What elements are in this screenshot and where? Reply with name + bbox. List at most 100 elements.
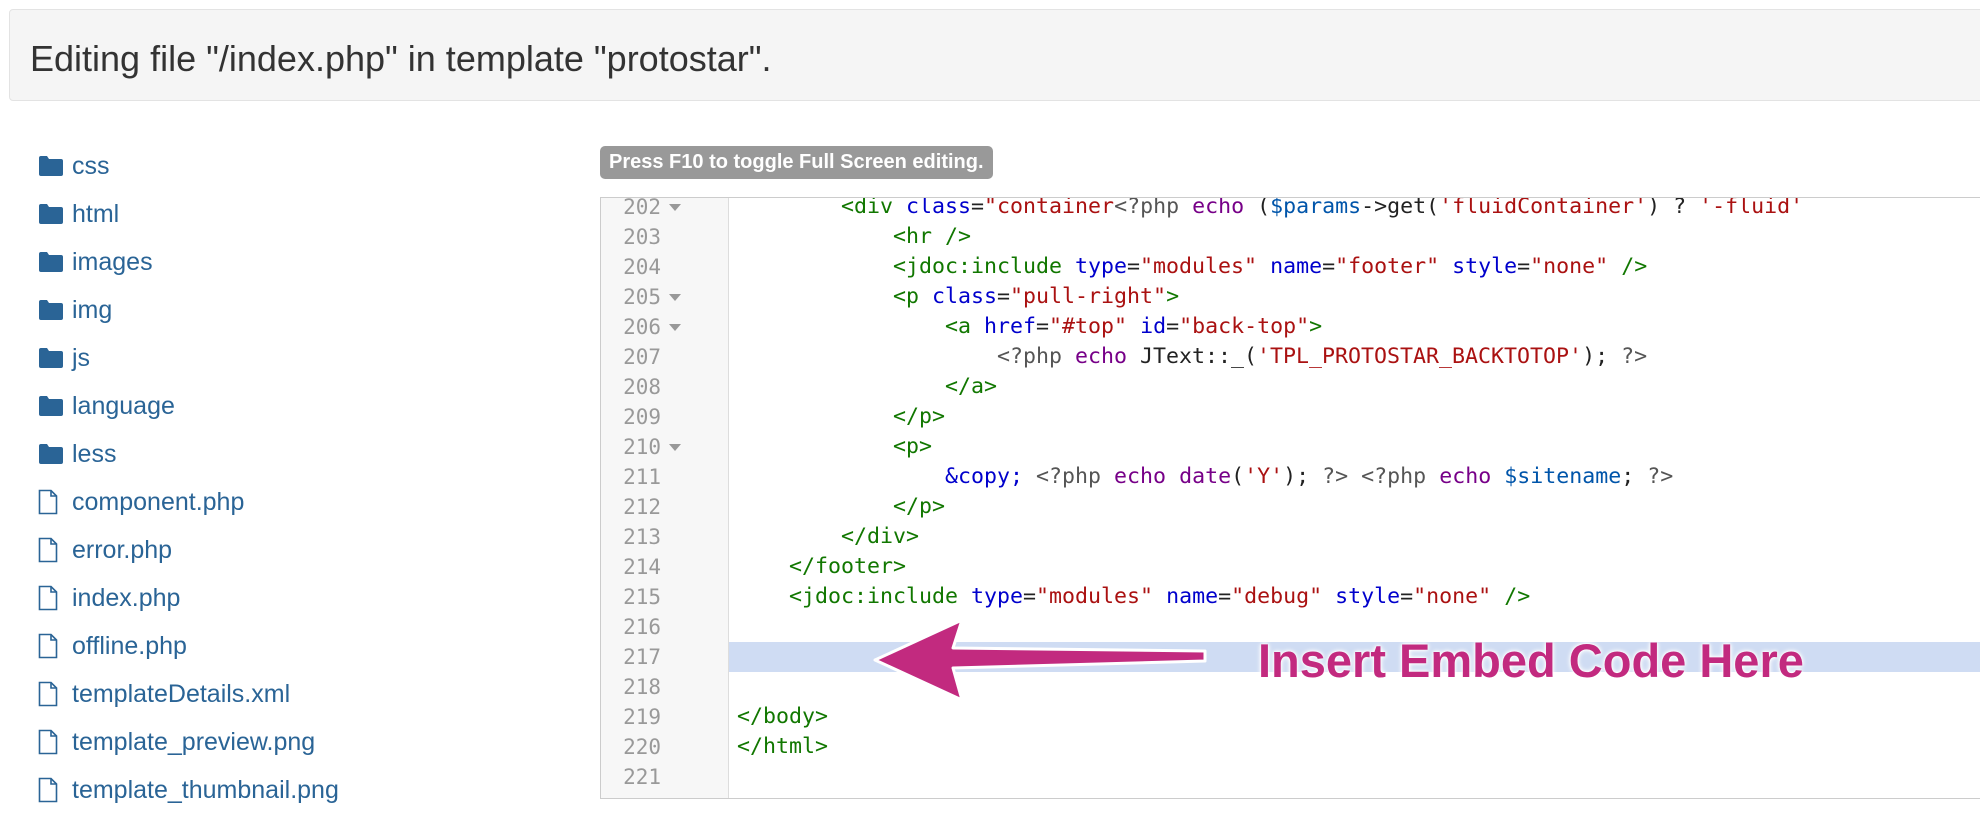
code-token: ?> — [1647, 464, 1674, 489]
tree-file-template-thumbnail-png[interactable]: template_thumbnail.png — [38, 766, 458, 814]
line-number: 208 — [623, 375, 661, 399]
code-token: = — [1400, 584, 1414, 609]
code-line[interactable]: </html> — [729, 732, 1980, 762]
fold-toggle-icon[interactable] — [669, 294, 681, 301]
code-token: <div — [737, 197, 907, 219]
page-title: Editing file "/index.php" in template "p… — [30, 38, 772, 79]
tree-folder-less[interactable]: less — [38, 430, 458, 478]
line-number: 204 — [623, 255, 661, 279]
code-line-text: </footer> — [737, 552, 906, 582]
code-token: <jdoc:include — [737, 254, 1076, 279]
tree-item-label[interactable]: language — [72, 392, 175, 421]
tree-file-template-preview-png[interactable]: template_preview.png — [38, 718, 458, 766]
file-icon — [38, 633, 64, 659]
code-token: "#top" — [1049, 314, 1128, 339]
code-token: = — [1023, 584, 1037, 609]
tree-folder-css[interactable]: css — [38, 142, 458, 190]
code-token: = — [1036, 314, 1050, 339]
code-line[interactable]: &copy; <?php echo date('Y'); ?> <?php ec… — [729, 462, 1980, 492]
code-line[interactable]: <div class="container<?php echo ($params… — [729, 197, 1980, 222]
fold-toggle-icon[interactable] — [669, 444, 681, 451]
code-line[interactable]: <?php echo JText::_('TPL_PROTOSTAR_BACKT… — [729, 342, 1980, 372]
code-line[interactable]: </p> — [729, 402, 1980, 432]
tree-file-error-php[interactable]: error.php — [38, 526, 458, 574]
code-token: "back-top" — [1179, 314, 1310, 339]
code-token: "none" — [1413, 584, 1492, 609]
tree-item-label[interactable]: error.php — [72, 536, 172, 565]
code-token: echo — [1114, 464, 1167, 489]
code-token: = — [1218, 584, 1232, 609]
code-line[interactable]: <jdoc:include type="modules" name="debug… — [729, 582, 1980, 612]
insert-embed-annotation: Insert Embed Code Here — [1258, 634, 1804, 687]
code-line-text: </body> — [737, 702, 828, 732]
code-line-text: </p> — [737, 402, 945, 432]
tree-item-label[interactable]: template_preview.png — [72, 728, 315, 757]
tree-folder-images[interactable]: images — [38, 238, 458, 286]
fold-toggle-icon[interactable] — [669, 204, 681, 211]
line-number: 209 — [623, 405, 661, 429]
code-line[interactable]: <a href="#top" id="back-top"> — [729, 312, 1980, 342]
tree-item-label[interactable]: template_thumbnail.png — [72, 776, 339, 805]
tree-folder-img[interactable]: img — [38, 286, 458, 334]
tree-file-templatedetails-xml[interactable]: templateDetails.xml — [38, 670, 458, 718]
code-line[interactable]: <jdoc:include type="modules" name="foote… — [729, 252, 1980, 282]
tree-item-label[interactable]: js — [72, 344, 90, 373]
code-editor[interactable]: 202 203 204 205 206 207 208 209 210 211 212 213 214 2… — [600, 197, 1980, 799]
file-icon — [38, 681, 64, 707]
code-line[interactable]: </p> — [729, 492, 1980, 522]
line-number: 215 — [623, 585, 661, 609]
folder-icon — [38, 441, 64, 467]
code-token: </a> — [737, 374, 998, 399]
code-line[interactable] — [729, 762, 1980, 792]
tree-folder-js[interactable]: js — [38, 334, 458, 382]
tree-item-label[interactable]: img — [72, 296, 112, 325]
code-token: echo — [1439, 464, 1492, 489]
code-token: <hr /> — [737, 224, 972, 249]
tree-item-label[interactable]: offline.php — [72, 632, 187, 661]
code-line[interactable]: </footer> — [729, 552, 1980, 582]
code-line-text: <p class="pull-right"> — [737, 282, 1179, 312]
tree-item-label[interactable]: css — [72, 152, 110, 181]
tree-item-label[interactable]: html — [72, 200, 119, 229]
code-token: name — [1166, 584, 1219, 609]
code-token: = — [997, 284, 1011, 309]
code-line[interactable]: </div> — [729, 522, 1980, 552]
code-token: "pull-right" — [1010, 284, 1167, 309]
file-icon — [38, 489, 64, 515]
tree-item-label[interactable]: less — [72, 440, 116, 469]
code-token: ( — [1244, 197, 1271, 219]
code-token: </div> — [737, 524, 920, 549]
tree-file-offline-php[interactable]: offline.php — [38, 622, 458, 670]
code-token: <a — [737, 314, 985, 339]
fold-toggle-icon[interactable] — [669, 324, 681, 331]
line-number: 210 — [623, 435, 661, 459]
code-token: ); — [1283, 464, 1323, 489]
tree-item-label[interactable]: component.php — [72, 488, 244, 517]
tree-file-component-php[interactable]: component.php — [38, 478, 458, 526]
code-line[interactable]: <p> — [729, 432, 1980, 462]
code-token: "none" — [1530, 254, 1609, 279]
tree-file-index-php[interactable]: index.php — [38, 574, 458, 622]
code-token: "footer" — [1335, 254, 1440, 279]
code-token: <?php — [1036, 464, 1115, 489]
tree-item-label[interactable]: index.php — [72, 584, 180, 613]
code-line-text: <div class="container<?php echo ($params… — [737, 197, 1803, 222]
code-line[interactable]: <hr /> — [729, 222, 1980, 252]
code-token: /> — [1608, 254, 1648, 279]
line-number-gutter: 202 203 204 205 206 207 208 209 210 211 212 213 214 2… — [601, 198, 729, 798]
code-line[interactable]: <p class="pull-right"> — [729, 282, 1980, 312]
code-line-text: <hr /> — [737, 222, 971, 252]
code-line-text: <?php echo JText::_('TPL_PROTOSTAR_BACKT… — [737, 342, 1647, 372]
code-line[interactable]: </a> — [729, 372, 1980, 402]
code-token: type — [971, 584, 1024, 609]
tree-item-label[interactable]: templateDetails.xml — [72, 680, 290, 709]
tree-folder-language[interactable]: language — [38, 382, 458, 430]
code-token: $params — [1270, 197, 1362, 219]
tree-folder-html[interactable]: html — [38, 190, 458, 238]
tree-item-label[interactable]: images — [72, 248, 153, 277]
line-number: 203 — [623, 225, 661, 249]
